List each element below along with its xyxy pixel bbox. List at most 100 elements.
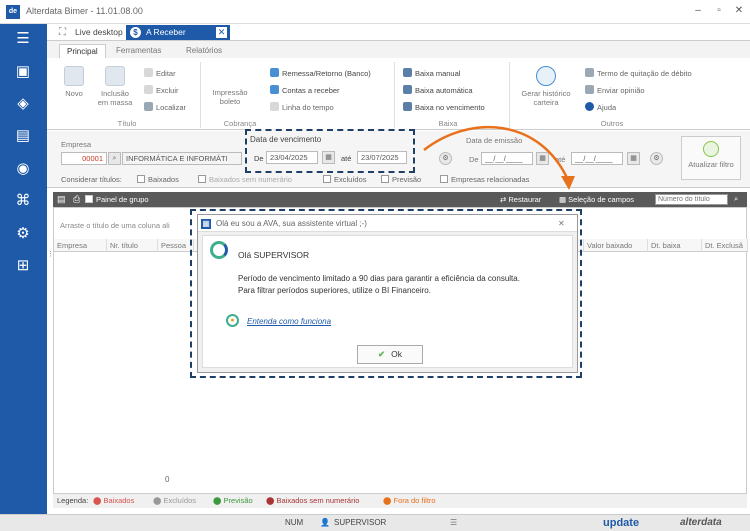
lightbulb-icon: ● [226,314,239,327]
close-window-button[interactable]: ✕ [731,4,747,18]
cubes-icon[interactable]: ◈ [10,92,36,116]
settings-icon: ⚙ [653,155,660,162]
footer-count: 0 [165,475,170,484]
checkbox-icon [85,195,93,203]
vencimento-de-calendar-button[interactable]: ▦ [322,151,335,164]
close-tab-icon[interactable]: ✕ [216,27,227,38]
automatic-icon [403,85,412,94]
menu-icon[interactable]: ☰ [10,27,36,51]
apps-grid-icon[interactable]: ⊞ [10,254,36,278]
termo-quitacao-button[interactable]: Termo de quitação de débito [585,68,692,79]
empresa-search-button[interactable]: ⌕ [108,152,121,165]
calendar-icon: ▦ [325,154,332,161]
print-icon: ⎙ [73,194,81,204]
due-date-icon [403,102,412,111]
baixados-sem-numerario-checkbox[interactable]: Baixados sem numerário [198,175,292,184]
ok-button[interactable]: ✔ Ok [357,345,423,364]
excluidos-checkbox[interactable]: Excluídos [323,175,367,184]
ribbon: Novo Inclusão em massa Editar Excluir Lo… [47,58,750,130]
empresa-name-field: INFORMÁTICA E INFORMÁTI [122,152,242,165]
column-dt-baixa[interactable]: Dt. baixa [648,239,702,252]
timeline-icon [270,102,279,111]
previsao-checkbox[interactable]: Previsão [381,175,421,184]
vencimento-ate-input[interactable]: 23/07/2025 [357,151,407,164]
atualizar-filtro-button[interactable]: Atualizar filtro [681,136,741,180]
search-icon: ⌕ [112,155,117,162]
inclusao-em-massa-button[interactable]: Inclusão em massa [95,66,135,107]
grid-toolbar: ▤ ⎙ Painel de grupo ⇄ Restaurar ▦ Seleçã… [53,192,747,207]
excluir-button[interactable]: Excluir [144,85,179,96]
num-indicator: NUM [285,518,304,527]
toolbar-icon: ▤ [57,194,66,204]
ribbon-separator [509,62,510,128]
novo-button[interactable]: Novo [59,66,89,98]
emissao-ate-calendar-button[interactable]: ▦ [627,152,640,165]
ribbon-separator [200,62,201,128]
manual-icon [403,68,412,77]
documents-icon[interactable]: ▤ [10,124,36,148]
maximize-button[interactable]: ▫ [711,4,727,18]
remessa-retorno-button[interactable]: Remessa/Retorno (Banco) [270,68,371,79]
check-icon: ✔ [378,349,386,359]
settings-icon[interactable]: ⚙ [10,222,36,246]
group-hint: Arraste o título de uma coluna ali [60,221,170,230]
impressao-boleto-button[interactable]: Impressão boleto [205,88,255,106]
vencimento-callout: Data de vencimento De 23/04/2025 ▦ até 2… [245,129,415,173]
restaurar-button[interactable]: ⇄ Restaurar [500,195,541,204]
bank-icon [270,68,279,77]
status-bar: NUM 👤 SUPERVISOR ☰ update alterdata [0,514,750,531]
tab-principal[interactable]: Principal [59,44,106,58]
tab-ferramentas[interactable]: Ferramentas [109,44,168,58]
enviar-opiniao-button[interactable]: Enviar opinião [585,85,645,96]
search-icon [144,102,153,111]
baixa-no-vencimento-button[interactable]: Baixa no vencimento [403,102,485,113]
sidebar: ☰ ▣ ◈ ▤ ◉ ⌘ ⚙ ⊞ [0,24,47,514]
selecao-de-campos-button[interactable]: ▦ Seleção de campos [559,195,634,204]
emissao-clear-button[interactable]: ⚙ [650,152,663,165]
contas-a-receber-button[interactable]: Contas a receber [270,85,340,96]
coins-icon[interactable]: ◉ [10,157,36,181]
ava-logo-icon [210,241,228,259]
edit-icon [144,68,153,77]
linha-do-tempo-button[interactable]: Linha do tempo [270,102,334,113]
column-empresa[interactable]: Empresa [54,239,107,252]
vencimento-de-input[interactable]: 23/04/2025 [266,151,318,164]
minimize-button[interactable]: – [690,4,706,18]
current-user: SUPERVISOR [334,518,387,527]
gerar-historico-carteira-button[interactable]: Gerar histórico carteira [513,66,579,107]
dialog-close-icon[interactable]: ✕ [558,215,565,232]
editar-button[interactable]: Editar [144,68,176,79]
de-label: De [254,154,264,163]
tab-a-receber[interactable]: $ A Receber ✕ [126,25,230,40]
column-valor-baixado[interactable]: Valor baixado [584,239,648,252]
dialog-line-2: Para filtrar períodos superiores, utiliz… [238,286,431,295]
dialog-body: Olá SUPERVISOR Período de vencimento lim… [202,235,573,368]
outros-group-label: Outros [600,119,624,128]
column-nr-titulo[interactable]: Nr. título [107,239,158,252]
contact-card-icon[interactable]: ▣ [10,60,36,84]
mass-insert-icon [105,66,125,86]
help-icon [585,102,594,111]
search-icon[interactable]: ⌕ [734,194,738,204]
feedback-icon [585,85,594,94]
empresa-code-field[interactable]: 00001 [61,152,107,165]
entenda-link[interactable]: Entenda como funciona [247,317,331,326]
live-desktop-icon: ⛶ [59,27,66,38]
tab-relatorios[interactable]: Relatórios [179,44,229,58]
ajuda-button[interactable]: Ajuda [585,102,616,113]
baixa-automatica-button[interactable]: Baixa automática [403,85,473,96]
numero-titulo-input[interactable] [655,194,728,205]
new-document-icon [64,66,84,86]
splitter-handle[interactable]: ⋮ [47,250,54,280]
app-logo-icon: de [6,5,20,19]
legend-baixados: ⬤ Baixados [93,496,135,505]
painel-de-grupo-toggle[interactable]: Painel de grupo [85,195,149,204]
tab-live-desktop[interactable]: ⛶ Live desktop [55,25,129,40]
baixados-checkbox[interactable]: Baixados [137,175,179,184]
column-pessoa[interactable]: Pessoa [158,239,194,252]
baixa-manual-button[interactable]: Baixa manual [403,68,460,79]
ribbon-tabs: Principal Ferramentas Relatórios [47,41,750,58]
column-dt-exclusao[interactable]: Dt. Exclusã [702,239,748,252]
localizar-button[interactable]: Localizar [144,102,186,113]
network-icon[interactable]: ⌘ [10,189,36,213]
